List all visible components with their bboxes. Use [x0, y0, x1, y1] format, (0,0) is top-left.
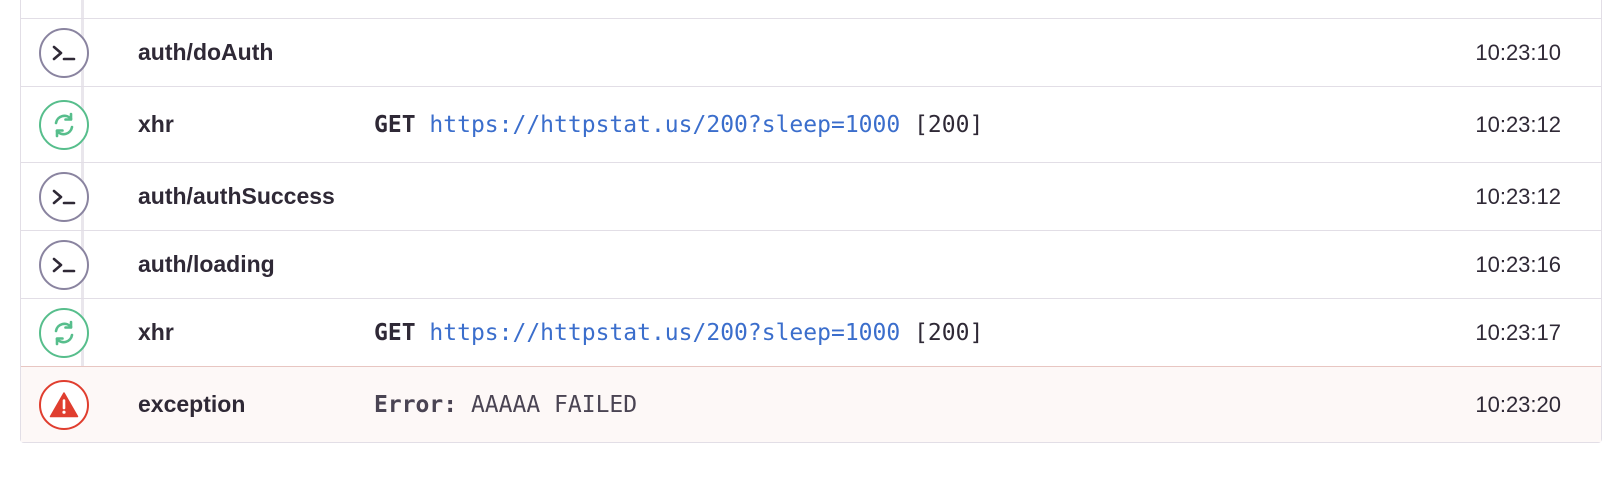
breadcrumb-row-error[interactable]: exception Error: AAAAA FAILED 10:23:20: [21, 366, 1601, 442]
breadcrumb-time: 10:23:17: [1475, 319, 1561, 345]
breadcrumb-row[interactable]: auth/doAuth 10:23:10: [21, 18, 1601, 86]
terminal-prompt-icon: [38, 171, 89, 222]
http-url-link[interactable]: https://httpstat.us/200?sleep=1000: [429, 112, 900, 138]
http-status: [200]: [914, 319, 984, 346]
refresh-icon: [38, 99, 89, 150]
http-status: [200]: [914, 111, 984, 138]
refresh-icon: [38, 307, 89, 358]
breadcrumb-row[interactable]: xhr GET https://httpstat.us/200?sleep=10…: [21, 86, 1601, 162]
breadcrumb-time: 10:23:16: [1475, 251, 1561, 277]
breadcrumb-time: 10:23:12: [1475, 183, 1561, 209]
breadcrumb-time: 10:23:10: [1475, 39, 1561, 65]
breadcrumb-category: auth/authSuccess: [138, 183, 335, 209]
error-type: Error:: [374, 391, 458, 418]
breadcrumb-category: exception: [138, 391, 246, 417]
breadcrumb-category: auth/doAuth: [138, 39, 274, 65]
breadcrumb-message: GET https://httpstat.us/200?sleep=1000 […: [374, 112, 1381, 138]
breadcrumb-row[interactable]: xhr GET https://httpstat.us/200?sleep=10…: [21, 298, 1601, 366]
breadcrumb-category: xhr: [138, 111, 174, 137]
breadcrumb-time: 10:23:20: [1475, 391, 1561, 417]
breadcrumb-message: GET https://httpstat.us/200?sleep=1000 […: [374, 320, 1381, 346]
error-value: AAAAA FAILED: [470, 391, 638, 418]
http-url-link[interactable]: https://httpstat.us/200?sleep=1000: [429, 320, 900, 346]
http-method: GET: [374, 111, 416, 138]
breadcrumb-time: 10:23:12: [1475, 111, 1561, 137]
breadcrumb-row-previous: [21, 0, 1601, 18]
breadcrumb-category: auth/loading: [138, 251, 275, 277]
http-method: GET: [374, 319, 416, 346]
terminal-prompt-icon: [38, 27, 89, 78]
breadcrumb-row[interactable]: auth/authSuccess 10:23:12: [21, 162, 1601, 230]
breadcrumb-row[interactable]: auth/loading 10:23:16: [21, 230, 1601, 298]
terminal-prompt-icon: [38, 239, 89, 290]
breadcrumb-category: xhr: [138, 319, 174, 345]
breadcrumbs-panel: auth/doAuth 10:23:10 xhr GET https://htt…: [20, 0, 1602, 443]
breadcrumb-message: Error: AAAAA FAILED: [374, 392, 1381, 418]
warning-triangle-icon: [38, 379, 89, 430]
